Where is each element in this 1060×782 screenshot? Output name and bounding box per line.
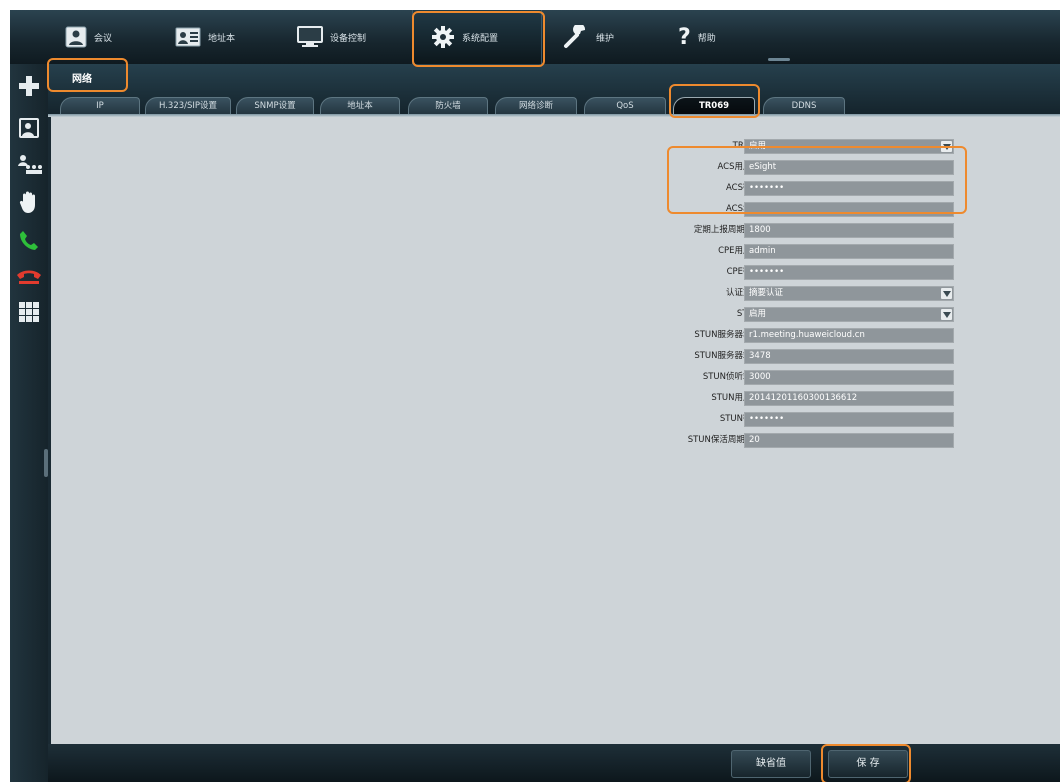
gear-icon xyxy=(431,25,455,49)
select-value: 启用 xyxy=(749,309,767,319)
hangup-icon[interactable] xyxy=(14,262,44,290)
stun-username-input[interactable]: 20141201160300136612 xyxy=(744,391,954,406)
group-icon[interactable] xyxy=(14,150,44,178)
form-row-stun: STUN 启用 xyxy=(51,306,1060,322)
form-row-acs-password: ACS密码 ••••••• xyxy=(51,180,1060,196)
tr069-select[interactable]: 启用 xyxy=(744,139,954,154)
chevron-down-icon[interactable] xyxy=(941,288,952,299)
select-value: 摘要认证 xyxy=(749,288,784,298)
chevron-down-icon[interactable] xyxy=(941,141,952,152)
auth-method-select[interactable]: 摘要认证 xyxy=(744,286,954,301)
tab-network[interactable]: 网络 xyxy=(58,70,134,90)
stun-keepalive-input[interactable]: 20 xyxy=(744,433,954,448)
acs-address-input[interactable] xyxy=(744,202,954,217)
tab-address-book[interactable]: 地址本 xyxy=(320,97,400,115)
form-row-stun-password: STUN密码 ••••••• xyxy=(51,411,1060,427)
form-row-stun-server: STUN服务器地址 r1.meeting.huaweicloud.cn xyxy=(51,327,1060,343)
tab-tr069[interactable]: TR069 xyxy=(673,97,755,115)
form-row-stun-keepalive: STUN保活周期(秒) 20 xyxy=(51,432,1060,448)
monitor-icon xyxy=(297,26,323,48)
nav-conference[interactable]: 会议 xyxy=(65,10,153,64)
cpe-username-input[interactable]: admin xyxy=(744,244,954,259)
tab-h323-sip[interactable]: H.323/SIP设置 xyxy=(145,97,231,115)
bottom-action-bar: 缺省值 保 存 xyxy=(48,744,1060,782)
stun-listen-port-input[interactable]: 3000 xyxy=(744,370,954,385)
stun-server-input[interactable]: r1.meeting.huaweicloud.cn xyxy=(744,328,954,343)
wrench-icon xyxy=(563,25,589,49)
stun-select[interactable]: 启用 xyxy=(744,307,954,322)
tab-snmp[interactable]: SNMP设置 xyxy=(236,97,314,115)
form-row-cpe-password: CPE密码 ••••••• xyxy=(51,264,1060,280)
save-button[interactable]: 保 存 xyxy=(828,750,908,778)
form-row-acs-address: ACS地址 xyxy=(51,201,1060,217)
contacts-icon[interactable] xyxy=(14,114,44,142)
nav-address-book[interactable]: 地址本 xyxy=(175,10,270,64)
grid-icon[interactable] xyxy=(14,298,44,326)
app-window: 会议 地址本 设备控制 系统配置 维护 ? 帮助 网络 IP H.323/SIP… xyxy=(10,10,1060,782)
tab-ddns[interactable]: DDNS xyxy=(763,97,845,115)
address-book-icon xyxy=(175,27,201,47)
tab-network-diagnosis[interactable]: 网络诊断 xyxy=(495,97,577,115)
conference-icon xyxy=(65,26,87,48)
nav-maintenance[interactable]: 维护 xyxy=(563,10,653,64)
nav-label: 系统配置 xyxy=(462,33,499,44)
form-row-report-period: 定期上报周期(秒) 1800 xyxy=(51,222,1060,238)
sidebar-collapse-handle[interactable] xyxy=(44,449,48,477)
nav-device-control[interactable]: 设备控制 xyxy=(297,10,397,64)
left-sidebar xyxy=(10,64,48,782)
tab-strip: 网络 IP H.323/SIP设置 SNMP设置 地址本 防火墙 网络诊断 Qo… xyxy=(48,64,1060,116)
report-period-input[interactable]: 1800 xyxy=(744,223,954,238)
call-icon[interactable] xyxy=(14,226,44,254)
acs-password-input[interactable]: ••••••• xyxy=(744,181,954,196)
tab-firewall[interactable]: 防火墙 xyxy=(408,97,488,115)
help-icon: ? xyxy=(678,24,691,50)
nav-label: 维护 xyxy=(596,33,615,44)
nav-label: 地址本 xyxy=(208,33,236,44)
form-row-stun-username: STUN用户名 20141201160300136612 xyxy=(51,390,1060,406)
hand-icon[interactable] xyxy=(14,188,44,216)
form-row-stun-server-port: STUN服务器端口 3478 xyxy=(51,348,1060,364)
nav-label: 会议 xyxy=(94,33,113,44)
nav-indicator xyxy=(768,58,790,61)
nav-label: 帮助 xyxy=(697,33,716,44)
stun-password-input[interactable]: ••••••• xyxy=(744,412,954,427)
form-row-cpe-username: CPE用户名 admin xyxy=(51,243,1060,259)
form-row-auth-method: 认证方式 摘要认证 xyxy=(51,285,1060,301)
acs-username-input[interactable]: eSight xyxy=(744,160,954,175)
nav-label: 设备控制 xyxy=(330,33,367,44)
tab-ip[interactable]: IP xyxy=(60,97,140,115)
nav-system-config[interactable]: 系统配置 xyxy=(412,10,542,64)
nav-help[interactable]: ? 帮助 xyxy=(678,10,758,64)
form-row-stun-listen-port: STUN侦听端口 3000 xyxy=(51,369,1060,385)
settings-panel: TR069 启用 ACS用户名 eSight ACS密码 ••••••• ACS… xyxy=(51,117,1060,744)
add-icon[interactable] xyxy=(14,72,44,100)
cpe-password-input[interactable]: ••••••• xyxy=(744,265,954,280)
default-values-button[interactable]: 缺省值 xyxy=(731,750,811,778)
form-row-tr069: TR069 启用 xyxy=(51,138,1060,154)
chevron-down-icon[interactable] xyxy=(941,309,952,320)
select-value: 启用 xyxy=(749,141,767,151)
form-row-acs-username: ACS用户名 eSight xyxy=(51,159,1060,175)
tab-qos[interactable]: QoS xyxy=(584,97,666,115)
stun-server-port-input[interactable]: 3478 xyxy=(744,349,954,364)
top-navigation: 会议 地址本 设备控制 系统配置 维护 ? 帮助 xyxy=(10,10,1060,64)
